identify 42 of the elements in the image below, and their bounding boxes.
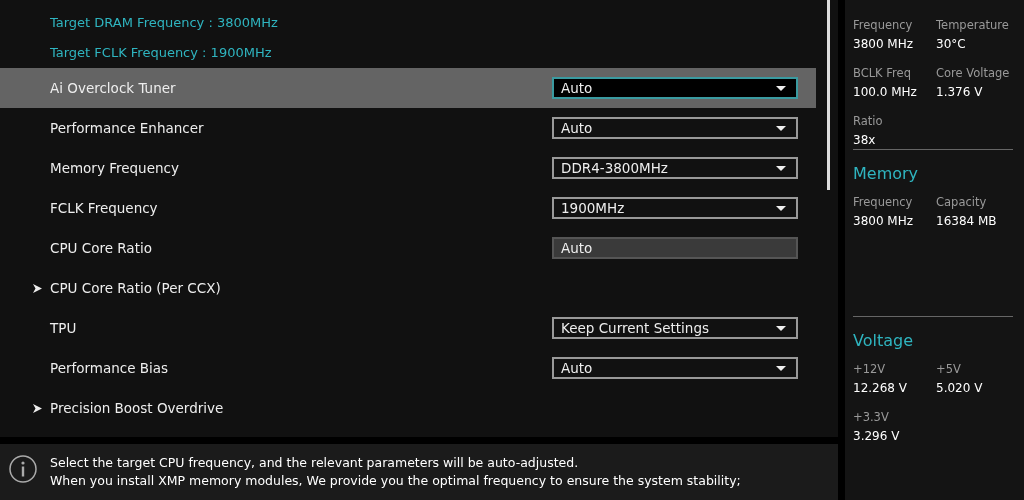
monitor-label: Core Voltage (936, 66, 1011, 80)
monitor-value: 38x (853, 133, 877, 147)
target-info: Target DRAM Frequency : 3800MHz (49, 14, 279, 32)
target-info: Target FCLK Frequency : 1900MHz (49, 44, 273, 62)
monitor-label: +5V (936, 362, 962, 376)
setting-label: TPU (49, 320, 78, 336)
monitor-value: 12.268 V (853, 381, 908, 395)
monitor-label: +12V (853, 362, 887, 376)
monitor-label: Ratio (853, 114, 884, 128)
monitor-label: Frequency (853, 195, 914, 209)
submenu-link[interactable]: CPU Core Ratio (Per CCX) (50, 280, 816, 296)
monitor-label: +3.3V (853, 410, 890, 424)
help-text: Select the target CPU frequency, and the relevant parameters will be auto-adjusted. (50, 453, 580, 472)
monitor-value: 30°C (936, 37, 967, 51)
dropdown[interactable]: Auto (552, 117, 798, 139)
monitor-value: 100.0 MHz (853, 85, 918, 99)
setting-label: Memory Frequency (49, 160, 180, 176)
monitor-value: 3800 MHz (853, 37, 915, 51)
monitor-value: 3.296 V (853, 429, 901, 443)
monitor-value: 5.020 V (936, 381, 984, 395)
monitor-label: BCLK Freq (853, 66, 912, 80)
section-title: Memory (853, 164, 920, 183)
setting-label: FCLK Frequency (49, 200, 159, 216)
setting-label: Ai Overclock Tuner (49, 80, 177, 96)
monitor-label: Temperature (936, 18, 1010, 32)
monitor-label: Frequency (853, 18, 914, 32)
dropdown[interactable]: 1900MHz (552, 197, 798, 219)
section-title: Voltage (853, 331, 914, 350)
dropdown[interactable]: DDR4-3800MHz (552, 157, 798, 179)
dropdown[interactable]: Auto (552, 77, 798, 99)
help-text: When you install XMP memory modules, We provide you the optimal frequency to ensure the system stability; (50, 471, 741, 490)
setting-label: CPU Core Ratio (49, 240, 153, 256)
setting-label: Performance Enhancer (49, 120, 205, 136)
monitor-value: 1.376 V (936, 85, 984, 99)
submenu-link[interactable]: Precision Boost Overdrive (50, 400, 816, 416)
monitor-value: 16384 MB (936, 214, 998, 228)
dropdown[interactable]: Auto (552, 357, 798, 379)
monitor-value: 3800 MHz (853, 214, 915, 228)
setting-label: Performance Bias (49, 360, 170, 376)
monitor-label: Capacity (936, 195, 988, 209)
value-field: Auto (552, 237, 798, 259)
dropdown[interactable]: Keep Current Settings (552, 317, 798, 339)
